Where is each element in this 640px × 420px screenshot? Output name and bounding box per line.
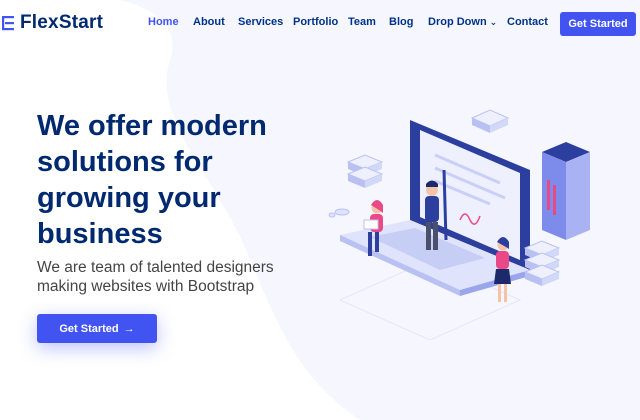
logo-icon	[2, 16, 14, 31]
landing-page: FlexStart Home About Services Portfolio …	[0, 0, 640, 420]
nav-item-blog[interactable]: Blog	[389, 16, 428, 28]
nav-item-dropdown-label: Drop Down	[428, 16, 487, 28]
chevron-down-icon: ⌄	[489, 16, 498, 27]
hero-get-started-button[interactable]: Get Started →	[37, 314, 157, 343]
get-started-button[interactable]: Get Started	[560, 12, 636, 36]
logo-text: FlexStart	[20, 12, 104, 33]
nav-item-contact[interactable]: Contact	[507, 16, 557, 28]
hero-title: We offer modern solutions for growing yo…	[37, 110, 267, 250]
nav-item-portfolio[interactable]: Portfolio	[293, 16, 348, 28]
logo[interactable]: FlexStart	[2, 12, 103, 34]
nav-item-services[interactable]: Services	[238, 16, 293, 28]
hero-illustration	[328, 109, 590, 340]
hero-button-label: Get Started	[59, 322, 119, 335]
nav-item-team[interactable]: Team	[348, 16, 389, 28]
arrow-right-icon: →	[123, 322, 135, 335]
nav-item-about[interactable]: About	[193, 16, 238, 28]
nav-item-dropdown[interactable]: Drop Down ⌄	[428, 16, 507, 28]
hero-subtitle: We are team of talented designers making…	[37, 259, 274, 295]
site-header: FlexStart Home About Services Portfolio …	[0, 0, 640, 48]
nav-item-home[interactable]: Home	[148, 16, 193, 28]
main-nav: Home About Services Portfolio Team Blog …	[148, 16, 557, 28]
